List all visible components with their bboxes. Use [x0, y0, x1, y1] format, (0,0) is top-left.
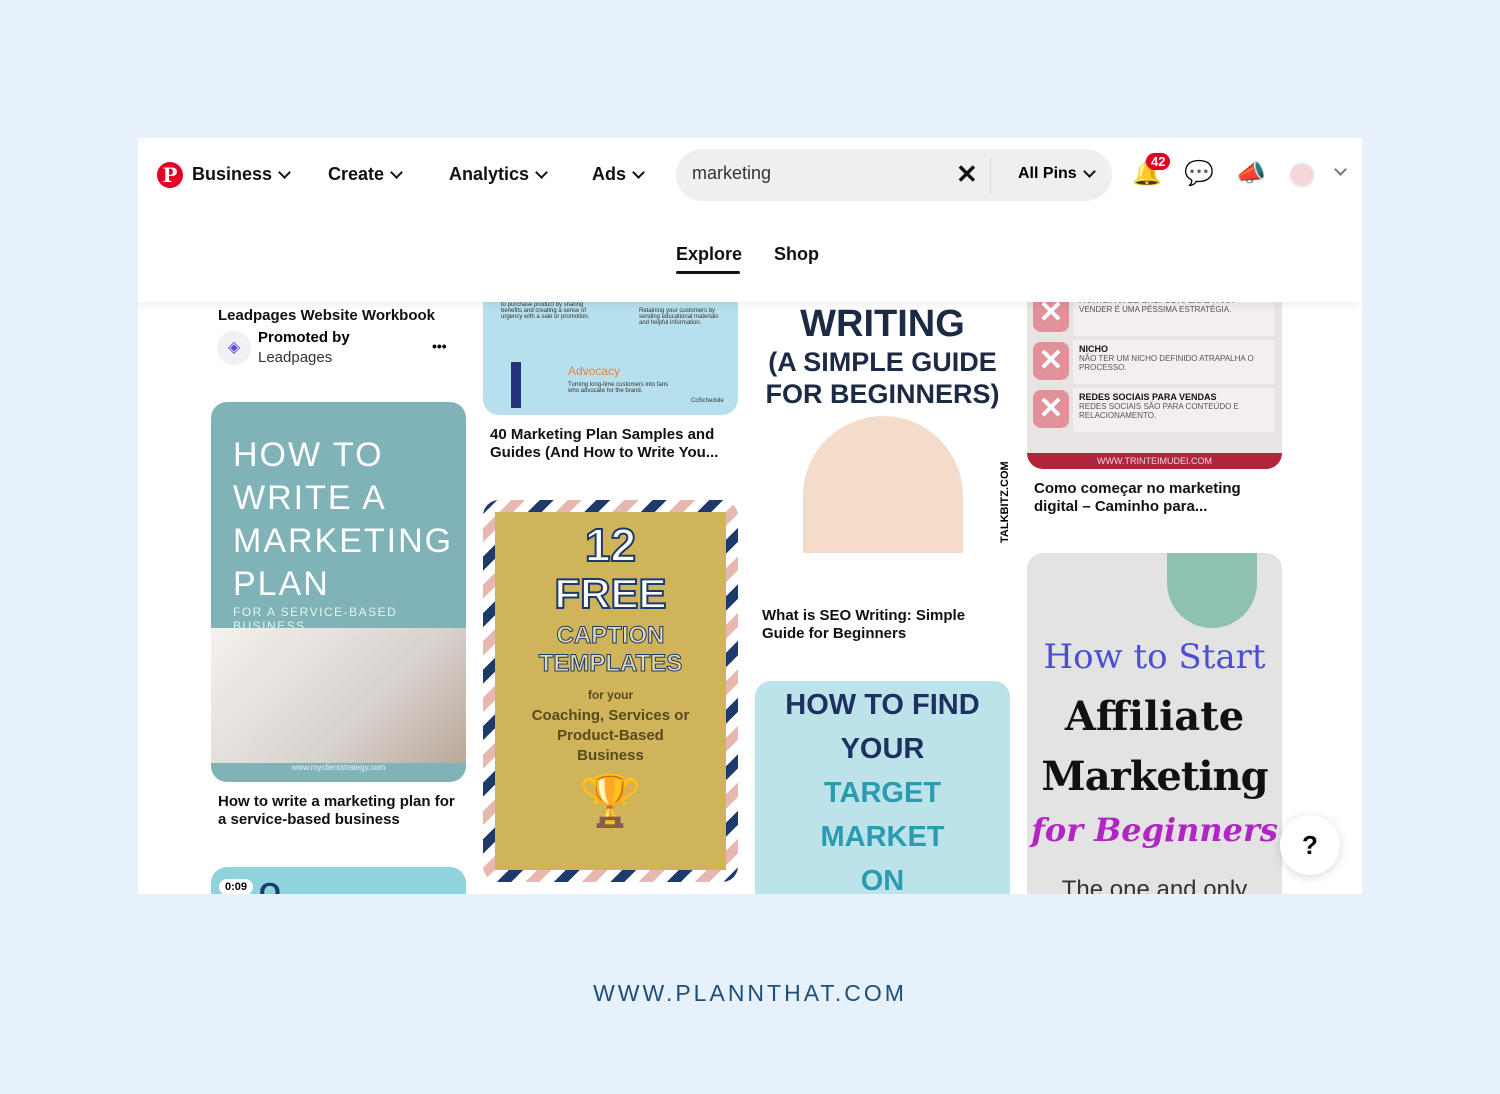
nav-create[interactable]: Create	[328, 164, 403, 185]
x-icon: ✕	[1033, 342, 1069, 380]
messages-icon[interactable]: 💬	[1184, 160, 1214, 188]
chevron-down-icon	[1082, 165, 1096, 178]
divider	[990, 157, 991, 193]
person-illustration	[511, 362, 521, 408]
pin-marketing-digital[interactable]: ✕PARTICIPAR DE GRUPOS APENAS PARA VENDER…	[1027, 288, 1282, 469]
pin-url: www.myclientstrategy.com	[291, 763, 386, 772]
pin-text: Coaching, Services or Product-Based Busi…	[531, 707, 690, 764]
pin-url: WWW.TRINTEIMUDEI.COM	[1027, 453, 1282, 469]
promoted-by-label: Promoted by	[258, 329, 350, 346]
all-pins-label: All Pins	[1018, 165, 1077, 182]
footer-url: WWW.PLANNTHAT.COM	[593, 980, 907, 1006]
pin-photo	[211, 628, 466, 763]
pin-marketing-plan[interactable]: HOW TO WRITE A MARKETING PLAN FOR A SERVICE…	[211, 402, 466, 782]
pin-text: The one and only	[1061, 876, 1248, 894]
pin-text-block: (A SIMPLE GUIDE FOR BEGINNERS)	[755, 346, 1010, 410]
pin-text: TALKBITZ.COM	[999, 461, 1010, 543]
chevron-down-icon	[632, 165, 645, 179]
pin-text: (A SIMPLE GUIDE	[768, 347, 997, 377]
active-tab-indicator	[676, 271, 740, 274]
pin-seo-writing[interactable]: WRITING (A SIMPLE GUIDE FOR BEGINNERS) TA…	[755, 258, 1010, 597]
chevron-down-icon	[390, 165, 403, 179]
pin-text: YOUR	[840, 733, 925, 765]
pin-text: How to Start	[1043, 637, 1266, 677]
promo-pin-title[interactable]: Leadpages Website Workbook	[211, 307, 461, 325]
pin-text: for your	[587, 688, 634, 702]
pin-text: FOR BEGINNERS)	[765, 379, 1000, 409]
pin-video[interactable]: 0:09 O PINTEREST	[211, 867, 466, 894]
pin-text: HOW TO	[233, 436, 384, 474]
pin-text: MARKETING	[233, 522, 454, 560]
pin-text: Affiliate	[1064, 693, 1245, 740]
nav-business[interactable]: Business	[192, 164, 291, 185]
search-input[interactable]	[692, 163, 942, 184]
tab-explore[interactable]: Explore	[676, 244, 742, 265]
browser-window: P Business Create Analytics Ads ✕ All Pi…	[138, 138, 1362, 894]
pin-text: TEMPLATES	[538, 650, 683, 678]
all-pins-dropdown[interactable]: All Pins	[1018, 165, 1096, 183]
row-text: NÃO TER UM NICHO DEFINIDO ATRAPALHA O PR…	[1079, 354, 1254, 372]
pin-heading: Advocacy	[568, 364, 621, 378]
pin-text: PLAN	[233, 565, 330, 603]
header: P Business Create Analytics Ads ✕ All Pi…	[138, 138, 1362, 302]
pin-text: TARGET	[823, 777, 942, 809]
nav-create-label: Create	[328, 164, 385, 184]
x-icon: ✕	[1033, 390, 1069, 428]
leadpages-logo-icon: ◈	[217, 331, 251, 365]
nav-analytics[interactable]: Analytics	[449, 164, 548, 185]
pinterest-logo[interactable]: P	[157, 162, 183, 188]
help-button[interactable]: ?	[1280, 815, 1340, 875]
pin-text: for Beginners	[1031, 811, 1278, 849]
chevron-down-icon	[535, 165, 548, 179]
pin-text: WRITE A	[233, 479, 387, 517]
teapot-photo	[1167, 553, 1257, 628]
row-heading: REDES SOCIAIS PARA VENDAS	[1079, 392, 1217, 402]
pin-text: 12	[584, 518, 637, 572]
pin-text: HOW TO FIND	[785, 689, 980, 721]
pin-text: FREE	[553, 570, 667, 617]
trophy-icon: 🏆	[579, 773, 642, 829]
pin-text: ON	[860, 865, 905, 894]
nav-analytics-label: Analytics	[449, 164, 530, 184]
woman-photo	[803, 416, 963, 553]
clear-search-icon[interactable]: ✕	[956, 159, 978, 190]
pin-text: Retaining your customers by sending educ…	[639, 308, 719, 326]
nav-ads-label: Ads	[592, 164, 627, 184]
pin-target-market[interactable]: HOW TO FIND YOUR TARGET MARKET ON	[755, 681, 1010, 894]
pin-text: O PINTEREST	[259, 877, 283, 894]
pin-text: MARKET	[820, 821, 945, 853]
advertiser-name[interactable]: Leadpages	[258, 349, 332, 366]
brand-logo: CoSchedule	[691, 398, 724, 404]
pin-text: CAPTION	[556, 622, 665, 650]
pin-caption[interactable]: What is SEO Writing: Simple Guide for Be…	[755, 607, 1005, 643]
row-heading: NICHO	[1079, 344, 1108, 354]
avatar[interactable]	[1289, 162, 1315, 188]
pin-text: WRITING	[800, 303, 965, 345]
more-options-icon[interactable]: •••	[432, 338, 447, 354]
pin-affiliate-marketing[interactable]: How to Start Affiliate Marketing for Beg…	[1027, 553, 1282, 894]
pin-text: to purchase product by sharing benefits …	[501, 302, 590, 320]
pin-caption[interactable]: 40 Marketing Plan Samples and Guides (An…	[483, 426, 733, 462]
tab-shop[interactable]: Shop	[774, 244, 819, 265]
notification-badge: 42	[1146, 153, 1171, 170]
pin-caption[interactable]: How to write a marketing plan for a serv…	[211, 793, 461, 829]
search-bar: ✕ All Pins	[676, 149, 1112, 201]
pin-caption[interactable]: Como começar no marketing digital – Cami…	[1027, 480, 1277, 516]
account-chevron-down-icon[interactable]	[1334, 163, 1347, 176]
pin-text: Turning long-time customers into fans wh…	[568, 382, 669, 394]
chevron-down-icon	[278, 165, 291, 179]
pin-caption-templates[interactable]: 12 FREE CAPTION TEMPLATES for your Coach…	[483, 500, 738, 882]
pin-text: Marketing	[1041, 753, 1268, 800]
nav-ads[interactable]: Ads	[592, 164, 645, 185]
video-duration-badge: 0:09	[219, 879, 254, 894]
row-text: REDES SOCIAIS SÃO PARA CONTEÚDO E RELACI…	[1079, 402, 1239, 420]
megaphone-icon[interactable]: 📣	[1236, 160, 1266, 188]
nav-business-label: Business	[192, 164, 273, 184]
